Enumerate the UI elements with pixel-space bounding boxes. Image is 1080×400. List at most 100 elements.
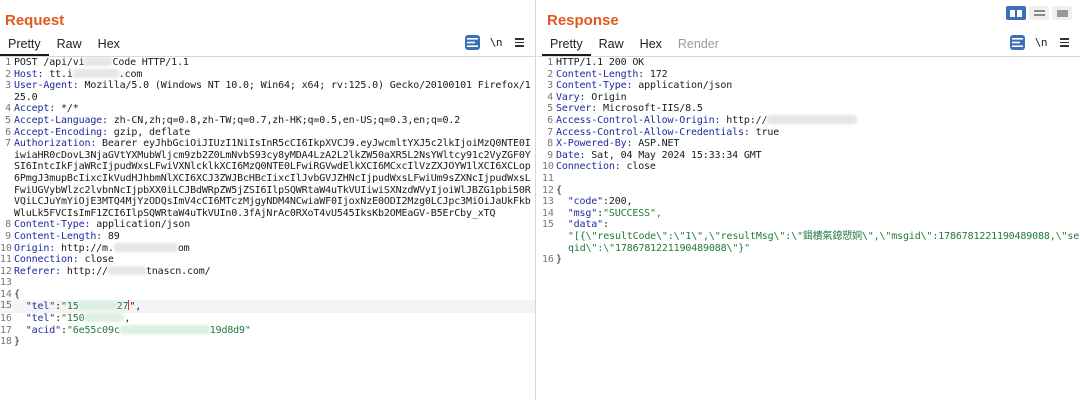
header-value: Bearer eyJhbGciOiJIUzI1NiIsInR5cCI6IkpXV… bbox=[14, 138, 531, 219]
response-pane: Response Pretty Raw Hex Render \n 1 HTTP/… bbox=[537, 0, 1080, 400]
line-number: 15 bbox=[542, 219, 554, 231]
line-number bbox=[542, 231, 555, 254]
line-text: HTTP/1.1 200 OK bbox=[556, 57, 645, 68]
line-number: 1 bbox=[547, 57, 553, 68]
line-number: 3 bbox=[5, 80, 11, 92]
header-name: Accept-Encoding: bbox=[14, 126, 108, 138]
line-number: 12 bbox=[542, 184, 554, 196]
line-number: 12 bbox=[0, 265, 12, 277]
line-number: 2 bbox=[5, 68, 11, 80]
request-title: Request bbox=[5, 12, 65, 29]
header-value: application/json bbox=[90, 219, 191, 231]
line-text: Content-Length: 89 bbox=[13, 231, 535, 243]
header-name: Connection: bbox=[14, 254, 79, 266]
line-text: Content-Type: application/json bbox=[13, 219, 535, 231]
line-text: Authorization: Bearer eyJhbGciOiJIUzI1Ni… bbox=[13, 138, 535, 219]
split-horizontal-icon[interactable] bbox=[1006, 6, 1026, 20]
line-number: 10 bbox=[0, 242, 12, 254]
header-value: 172 bbox=[644, 68, 668, 80]
json-key: "code" bbox=[567, 196, 603, 208]
header-value: http:// bbox=[720, 114, 768, 126]
code-line: 13 bbox=[0, 277, 535, 289]
newline-toggle[interactable]: \n bbox=[490, 36, 503, 49]
code-line: 8 Content-Type: application/json bbox=[0, 219, 535, 231]
line-text: Connection: close bbox=[13, 254, 535, 266]
line-number: 4 bbox=[5, 103, 11, 115]
response-editor[interactable]: 1 HTTP/1.1 200 OK 2 Content-Length: 172 3C… bbox=[542, 57, 1080, 266]
line-number: 13 bbox=[0, 277, 12, 289]
request-editor[interactable]: 1 POST /api/vi Code HTTP/1.1 2 Host: tt.i .c… bbox=[0, 57, 535, 348]
tab-render[interactable]: Render bbox=[670, 36, 727, 56]
line-text: Origin: http://m. om bbox=[13, 242, 535, 255]
tab-pretty[interactable]: Pretty bbox=[0, 36, 49, 56]
redacted-text bbox=[113, 242, 178, 252]
text-cursor bbox=[128, 300, 130, 311]
line-text: "tel":"150, bbox=[25, 313, 131, 325]
code-line: 4 Accept: */* bbox=[0, 103, 535, 115]
header-value: close bbox=[620, 161, 656, 173]
tab-pretty[interactable]: Pretty bbox=[542, 36, 591, 56]
line-number: 9 bbox=[5, 230, 11, 242]
line-number: 5 bbox=[5, 114, 11, 126]
json-string: "150 bbox=[60, 313, 85, 325]
line-text: Access-Control-Allow-Origin: http:// bbox=[555, 114, 1080, 127]
json-string: 19d8d9" bbox=[209, 324, 251, 336]
line-number: 18 bbox=[0, 336, 12, 348]
code-line: 16} bbox=[542, 254, 1080, 266]
redacted-text bbox=[107, 265, 146, 275]
code-line: 7 Authorization: Bearer eyJhbGciOiJIUzI1N… bbox=[0, 138, 535, 219]
code-line: 15 "tel":"15 27", bbox=[0, 300, 535, 314]
menu-icon[interactable] bbox=[1057, 35, 1072, 50]
header-value: Code HTTP/1.1 bbox=[112, 57, 189, 68]
line-text: "code":200, bbox=[567, 196, 633, 208]
header-name: Accept-Language: bbox=[14, 114, 108, 126]
split-vertical-icon[interactable] bbox=[1029, 6, 1049, 20]
request-tabs: Pretty Raw Hex bbox=[0, 36, 128, 56]
single-pane-icon[interactable] bbox=[1052, 6, 1072, 20]
header-name: X-Powered-By: bbox=[556, 138, 633, 150]
header-value: 200, bbox=[608, 196, 633, 208]
line-number: 13 bbox=[542, 196, 554, 208]
menu-icon[interactable] bbox=[512, 35, 527, 50]
redacted-text bbox=[84, 313, 125, 323]
header-name: Accept: bbox=[14, 103, 56, 115]
line-text: Date: Sat, 04 May 2024 15:33:34 GMT bbox=[555, 150, 1080, 162]
tab-hex[interactable]: Hex bbox=[632, 36, 670, 56]
line-number: 5 bbox=[547, 103, 553, 115]
tab-raw[interactable]: Raw bbox=[49, 36, 90, 56]
line-text: "data": bbox=[567, 219, 609, 231]
response-tabs: Pretty Raw Hex Render bbox=[542, 36, 727, 56]
header-name: Authorization: bbox=[14, 138, 97, 150]
code-line: 6 Accept-Encoding: gzip, deflate bbox=[0, 127, 535, 139]
code-line: 14{ bbox=[0, 289, 535, 301]
header-name: Content-Length: bbox=[14, 230, 103, 242]
line-number: 3 bbox=[547, 80, 553, 92]
code-line: 3 Content-Type: application/json bbox=[542, 80, 1080, 92]
line-number: 2 bbox=[547, 68, 553, 80]
header-name: Host: bbox=[14, 68, 44, 80]
code-line: 5 Accept-Language: zh-CN,zh;q=0.8,zh-TW;q… bbox=[0, 115, 535, 127]
json-string: "6e55c09c bbox=[66, 324, 120, 336]
line-text: Server: Microsoft-IIS/8.5 bbox=[555, 103, 1080, 115]
code-line: 17 "acid":"6e55c09c 19d8d9" bbox=[0, 324, 535, 337]
header-value: Origin bbox=[585, 91, 627, 103]
json-string: "SUCCESS", bbox=[602, 207, 662, 219]
code-line: 9 Date: Sat, 04 May 2024 15:33:34 GMT bbox=[542, 150, 1080, 162]
line-text: X-Powered-By: ASP.NET bbox=[555, 138, 1080, 150]
header-value: om bbox=[177, 242, 190, 254]
tab-raw[interactable]: Raw bbox=[591, 36, 632, 56]
code-line: "[{\"resultCode\":\"1\",\"resultMsg\":\"… bbox=[542, 231, 1080, 254]
header-value: http:// bbox=[60, 265, 108, 277]
code-line: 1 POST /api/vi Code HTTP/1.1 bbox=[0, 57, 535, 69]
newline-toggle[interactable]: \n bbox=[1035, 36, 1048, 49]
line-number: 14 bbox=[542, 207, 554, 219]
format-options-icon[interactable] bbox=[464, 35, 480, 50]
tab-hex[interactable]: Hex bbox=[90, 36, 128, 56]
line-text: Referer: http:// tnascn.com/ bbox=[13, 265, 535, 278]
header-name: Origin: bbox=[14, 242, 56, 254]
format-options-icon[interactable] bbox=[1009, 35, 1025, 50]
code-line: 7 Access-Control-Allow-Credentials: true bbox=[542, 127, 1080, 139]
line-text bbox=[13, 277, 535, 289]
line-text: { bbox=[556, 184, 562, 196]
code-line: 18} bbox=[0, 336, 535, 348]
